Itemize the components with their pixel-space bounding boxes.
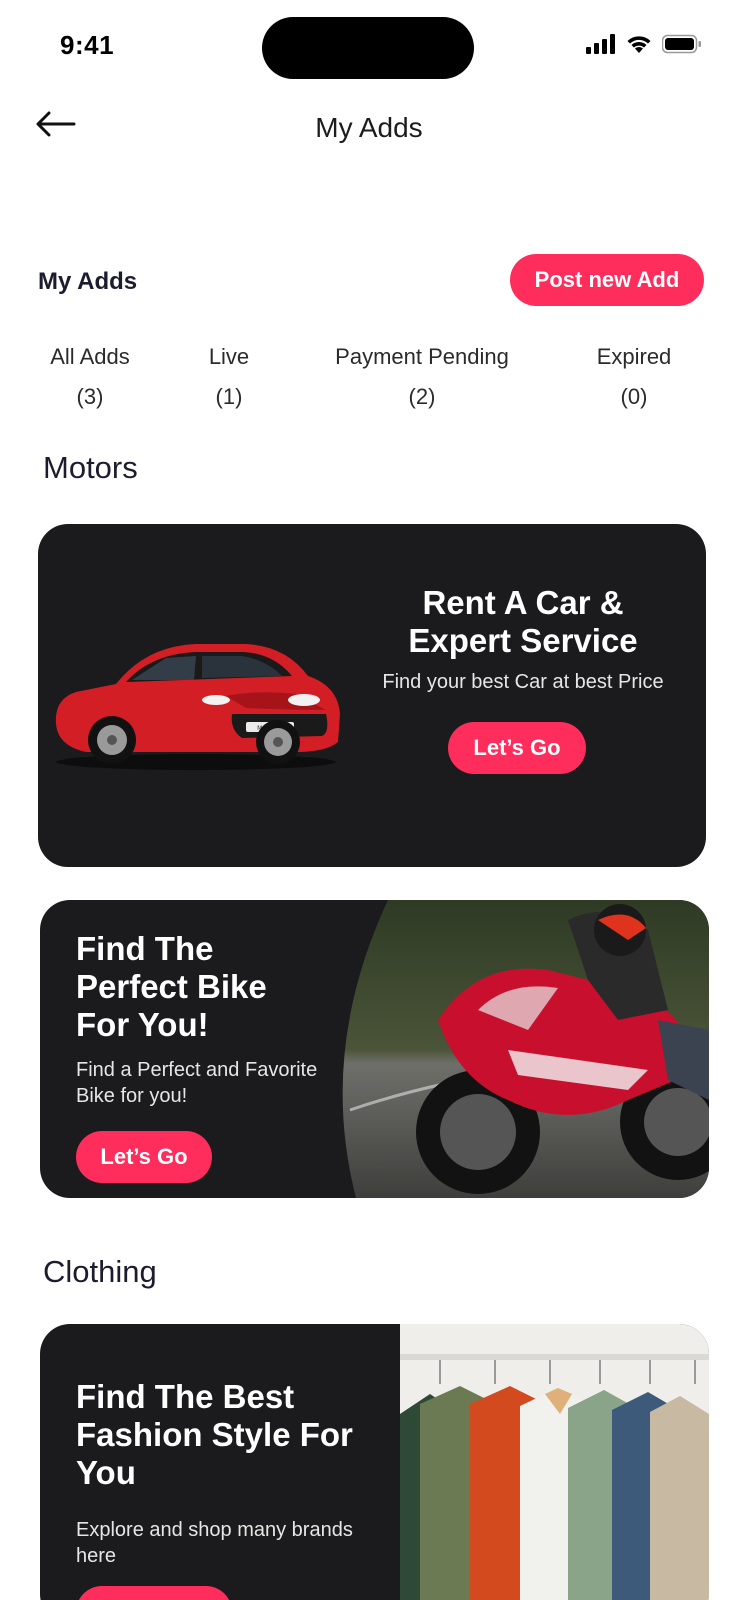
car-card-subtitle: Find your best Car at best Price xyxy=(382,671,664,693)
title-line: For You! xyxy=(76,1005,209,1043)
page-title: My Adds xyxy=(315,112,423,143)
status-time: 9:41 xyxy=(60,30,115,60)
tab-all-adds[interactable]: All Adds (3) xyxy=(38,344,142,410)
clothing-card-subtitle: Explore and shop many brands here xyxy=(76,1519,353,1567)
top-app-bar: My Adds xyxy=(0,100,738,160)
bike-lets-go-button[interactable]: Let’s Go xyxy=(76,1131,212,1183)
clothing-card[interactable]: Find The Best Fashion Style For You Expl… xyxy=(40,1324,709,1600)
bike-card[interactable]: Find The Perfect Bike For You! Find a Pe… xyxy=(40,900,709,1198)
title-line: Expert Service xyxy=(408,621,638,659)
title-line: Rent A Car & xyxy=(422,584,624,621)
tab-label: Live xyxy=(208,344,250,369)
tab-count: (3) xyxy=(76,384,104,409)
dynamic-island xyxy=(262,17,474,79)
my-adds-row: My Adds Post new Add xyxy=(38,254,704,306)
tab-payment-pending[interactable]: Payment Pending (2) xyxy=(322,344,522,410)
post-new-add-button[interactable]: Post new Add xyxy=(510,254,704,306)
title-line: Perfect Bike xyxy=(76,967,267,1005)
section-title-clothing: Clothing xyxy=(43,1254,157,1289)
my-adds-label: My Adds xyxy=(38,268,138,295)
status-bar: 9:41 xyxy=(0,0,738,90)
bike-card-subtitle: Find a Perfect and Favorite Bike for you… xyxy=(76,1059,318,1107)
red-car-image: MAZDA6 xyxy=(55,644,340,770)
status-icons xyxy=(586,34,702,54)
title-line: You xyxy=(76,1453,136,1491)
tab-count: (0) xyxy=(620,384,648,409)
title-line: Find The xyxy=(76,930,214,967)
car-card-title: Rent A Car & Expert Service xyxy=(358,584,688,660)
title-line: Find The Best xyxy=(76,1378,295,1415)
tab-label: Payment Pending xyxy=(335,344,509,369)
car-rental-card[interactable]: MAZDA6 Rent A Car & Expert Service Find … xyxy=(38,524,706,867)
tab-count: (2) xyxy=(408,384,436,409)
tab-expired[interactable]: Expired (0) xyxy=(584,344,684,410)
ads-filter-tabs: All Adds (3) Live (1) Payment Pending (2… xyxy=(0,344,738,424)
clothing-cta-button[interactable] xyxy=(76,1586,232,1600)
wifi-icon xyxy=(627,36,651,53)
battery-icon xyxy=(662,34,701,54)
clothes-rack-image xyxy=(400,1324,709,1600)
motorbike-image xyxy=(342,900,709,1198)
tab-live[interactable]: Live (1) xyxy=(196,344,262,410)
clothing-card-title: Find The Best Fashion Style For You xyxy=(76,1378,386,1492)
cellular-signal-icon xyxy=(586,34,615,54)
tab-count: (1) xyxy=(215,384,243,409)
section-title-motors: Motors xyxy=(43,450,138,485)
car-lets-go-button[interactable]: Let’s Go xyxy=(448,722,586,774)
title-line: Fashion Style For xyxy=(76,1415,353,1453)
bike-card-title: Find The Perfect Bike For You! xyxy=(76,930,376,1044)
tab-label: All Adds xyxy=(50,344,130,369)
tab-label: Expired xyxy=(596,344,672,369)
